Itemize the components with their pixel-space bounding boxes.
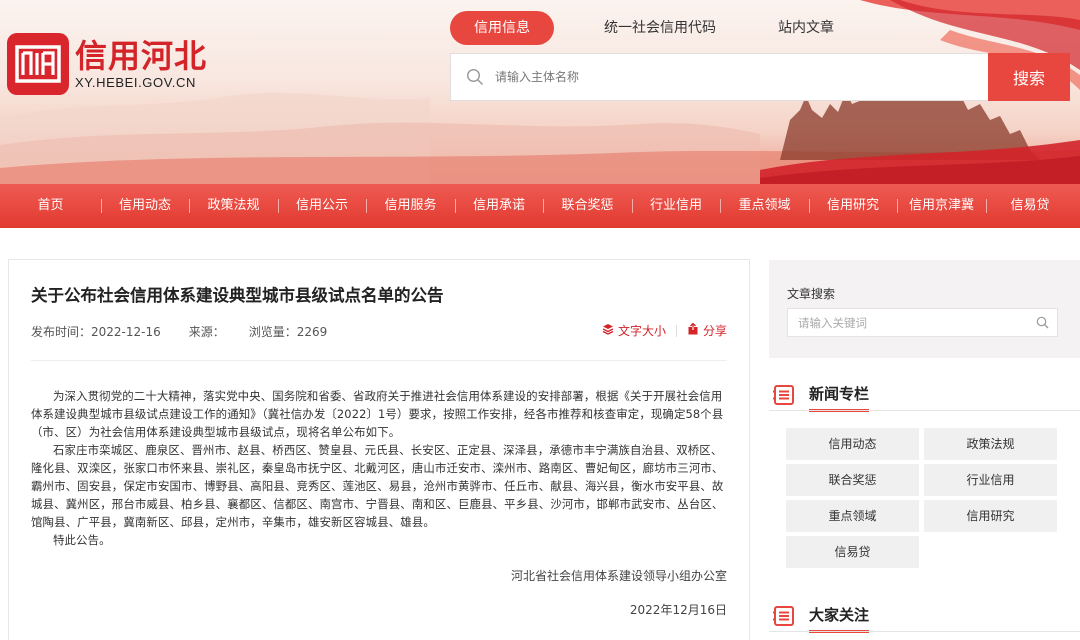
article-search-panel: 文章搜索 <box>769 260 1080 358</box>
nav-joint-reward[interactable]: 联合奖惩 <box>543 184 632 228</box>
article-date: 2022年12月16日 <box>629 603 727 617</box>
focus-column-title: 大家关注 <box>809 600 870 633</box>
news-tag-joint-reward[interactable]: 联合奖惩 <box>786 464 919 496</box>
entity-search-input[interactable] <box>495 55 988 99</box>
share-icon <box>687 322 703 338</box>
search-button[interactable]: 搜索 <box>988 53 1070 101</box>
news-tag-credit-loan[interactable]: 信易贷 <box>786 536 919 568</box>
article-signature: 河北省社会信用体系建设领导小组办公室 <box>510 569 727 583</box>
news-column-header: 新闻专栏 <box>769 379 1080 412</box>
article-card: 关于公布社会信用体系建设典型城市县级试点名单的公告 发布时间：2022-12-1… <box>8 259 750 640</box>
font-size-icon <box>602 323 618 338</box>
nav-home[interactable]: 首页 <box>0 184 101 228</box>
nav-credit-service[interactable]: 信用服务 <box>366 184 455 228</box>
section-underline <box>769 631 1080 632</box>
focus-list-icon <box>772 604 796 628</box>
article-paragraph: 石家庄市栾城区、鹿泉区、晋州市、赵县、桥西区、赞皇县、元氏县、长安区、正定县、深… <box>31 443 724 529</box>
main-nav: 首页 信用动态 政策法规 信用公示 信用服务 信用承诺 联合奖惩 行业信用 重点… <box>0 184 1080 228</box>
article-title: 关于公布社会信用体系建设典型城市县级试点名单的公告 <box>31 286 444 305</box>
share-button[interactable]: 分享 <box>687 322 727 339</box>
search-icon <box>455 54 495 100</box>
font-size-label: 文字大小 <box>617 324 666 338</box>
font-size-button[interactable]: 文字大小 <box>602 322 666 339</box>
nav-credit-news[interactable]: 信用动态 <box>101 184 189 228</box>
article-meta: 发布时间：2022-12-16 来源： 浏览量：2269 <box>31 323 355 340</box>
news-column-title: 新闻专栏 <box>809 379 870 412</box>
search-tabs: 信用信息 统一社会信用代码 站内文章 <box>450 11 852 45</box>
main-search: 搜索 <box>450 53 1070 101</box>
news-tag-industry-credit[interactable]: 行业信用 <box>924 464 1057 496</box>
publish-time: 发布时间：2022-12-16 <box>31 325 161 339</box>
news-tag-policy[interactable]: 政策法规 <box>924 428 1057 460</box>
section-underline <box>769 410 1080 411</box>
nav-credit-research[interactable]: 信用研究 <box>809 184 897 228</box>
search-icon[interactable] <box>1027 316 1057 329</box>
focus-column-header: 大家关注 <box>769 600 1080 633</box>
share-label: 分享 <box>702 324 727 338</box>
nav-credit-promise[interactable]: 信用承诺 <box>455 184 543 228</box>
tab-credit-info[interactable]: 信用信息 <box>450 11 554 45</box>
nav-credit-loan[interactable]: 信易贷 <box>986 184 1074 228</box>
nav-policy[interactable]: 政策法规 <box>189 184 278 228</box>
nav-jingjinji[interactable]: 信用京津冀 <box>897 184 986 228</box>
nav-key-areas[interactable]: 重点领域 <box>720 184 809 228</box>
news-list-icon <box>772 383 796 407</box>
meta-divider <box>31 360 727 361</box>
header-banner: 信用河北 XY.HEBEI.GOV.CN 信用信息 统一社会信用代码 站内文章 … <box>0 0 1080 184</box>
article-paragraph: 特此公告。 <box>53 533 111 547</box>
logo-emblem-icon <box>7 33 69 95</box>
tool-divider <box>675 324 677 337</box>
news-tag-key-areas[interactable]: 重点领域 <box>786 500 919 532</box>
keyword-search-input[interactable] <box>788 309 1027 336</box>
article-search-box <box>787 308 1058 337</box>
article-body: 为深入贯彻党的二十大精神，落实党中央、国务院和省委、省政府关于推进社会信用体系建… <box>31 387 731 549</box>
tab-credit-code[interactable]: 统一社会信用代码 <box>586 11 734 45</box>
nav-industry-credit[interactable]: 行业信用 <box>632 184 720 228</box>
site-logo[interactable]: 信用河北 XY.HEBEI.GOV.CN <box>7 33 207 95</box>
view-count: 浏览量：2269 <box>248 325 328 339</box>
news-tag-credit-news[interactable]: 信用动态 <box>786 428 919 460</box>
site-title: 信用河北 <box>75 37 208 75</box>
article-source: 来源： <box>188 325 225 339</box>
news-tag-credit-research[interactable]: 信用研究 <box>924 500 1057 532</box>
article-search-label: 文章搜索 <box>787 287 836 301</box>
article-tools: 文字大小 分享 <box>602 322 727 339</box>
site-url: XY.HEBEI.GOV.CN <box>75 75 196 90</box>
tab-site-articles[interactable]: 站内文章 <box>760 11 852 45</box>
article-paragraph: 为深入贯彻党的二十大精神，落实党中央、国务院和省委、省政府关于推进社会信用体系建… <box>31 389 724 439</box>
nav-credit-publicity[interactable]: 信用公示 <box>278 184 366 228</box>
